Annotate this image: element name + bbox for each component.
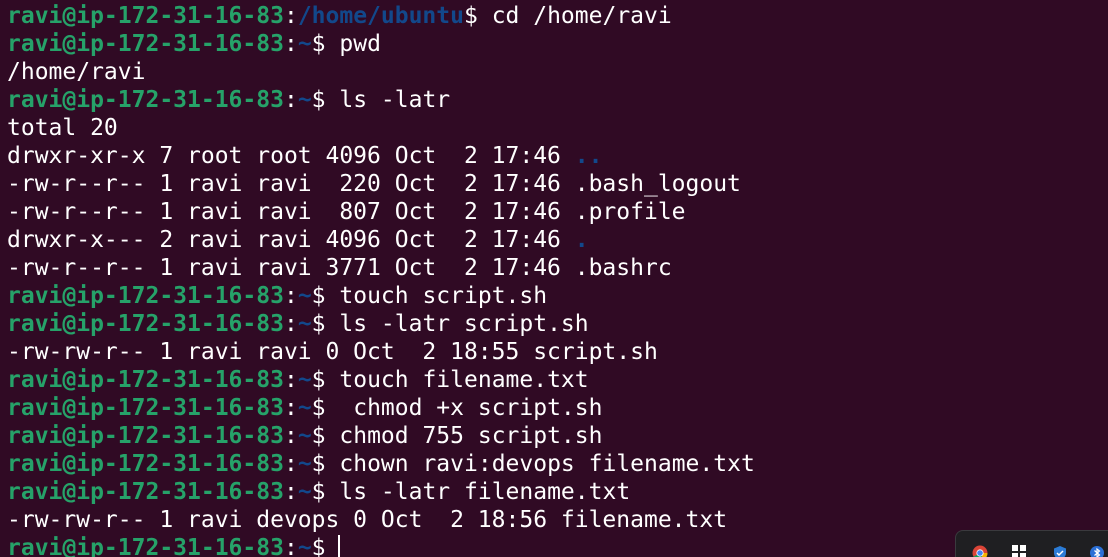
prompt-user-host: ravi@ip-172-31-16-83 (7, 87, 284, 113)
prompt-colon: : (283, 31, 298, 57)
prompt-dollar: $ (311, 283, 326, 309)
command-line: ravi@ip-172-31-16-83:~$ chmod +x script.… (7, 394, 1108, 422)
prompt-user-host: ravi@ip-172-31-16-83 (7, 479, 284, 505)
prompt-path: ~ (297, 479, 312, 505)
prompt-user-host: ravi@ip-172-31-16-83 (7, 451, 284, 477)
command-text: chmod 755 script.sh (325, 423, 603, 449)
command-line: ravi@ip-172-31-16-83:/home/ubuntu$ cd /h… (7, 2, 1108, 30)
prompt-path: ~ (297, 367, 312, 393)
command-text: ls -latr filename.txt (325, 479, 631, 505)
command-text: ls -latr (325, 87, 451, 113)
prompt-colon: : (283, 535, 298, 557)
prompt-dollar: $ (311, 395, 326, 421)
prompt-path: ~ (297, 283, 312, 309)
prompt-user-host: ravi@ip-172-31-16-83 (7, 535, 284, 557)
command-line: ravi@ip-172-31-16-83:~$ ls -latr (7, 86, 1108, 114)
shield-icon[interactable] (1052, 545, 1068, 557)
terminal-window[interactable]: ravi@ip-172-31-16-83:/home/ubuntu$ cd /h… (0, 0, 1108, 557)
prompt-dollar: $ (311, 311, 326, 337)
listing-row: -rw-r--r-- 1 ravi ravi 3771 Oct 2 17:46 … (7, 254, 1108, 282)
listing-details: -rw-r--r-- 1 ravi ravi 3771 Oct 2 17:46 (7, 255, 575, 281)
prompt-colon: : (283, 283, 298, 309)
command-text: cd /home/ravi (477, 3, 672, 29)
prompt-dollar: $ (311, 479, 326, 505)
listing-row: drwxr-xr-x 7 root root 4096 Oct 2 17:46 … (7, 142, 1108, 170)
prompt-user-host: ravi@ip-172-31-16-83 (7, 3, 284, 29)
command-line: ravi@ip-172-31-16-83:~$ ls -latr filenam… (7, 478, 1108, 506)
prompt-path: ~ (297, 535, 312, 557)
prompt-dollar: $ (311, 535, 326, 557)
file-name: .bashrc (574, 255, 672, 281)
listing-details: drwxr-x--- 2 ravi ravi 4096 Oct 2 17:46 (7, 227, 575, 253)
start-icon[interactable] (1012, 545, 1028, 557)
command-line: ravi@ip-172-31-16-83:~$ chown ravi:devop… (7, 450, 1108, 478)
prompt-colon: : (283, 395, 298, 421)
command-text: chmod +x script.sh (325, 395, 603, 421)
prompt-path: ~ (297, 395, 312, 421)
output-line: -rw-rw-r-- 1 ravi devops 0 Oct 2 18:56 f… (7, 506, 1108, 534)
prompt-dollar: $ (311, 423, 326, 449)
command-line: ravi@ip-172-31-16-83:~$ touch filename.t… (7, 366, 1108, 394)
listing-row: drwxr-x--- 2 ravi ravi 4096 Oct 2 17:46 … (7, 226, 1108, 254)
command-line: ravi@ip-172-31-16-83:~$ ls -latr script.… (7, 310, 1108, 338)
prompt-dollar: $ (463, 3, 478, 29)
listing-details: drwxr-xr-x 7 root root 4096 Oct 2 17:46 (7, 143, 575, 169)
output-line: total 20 (7, 114, 1108, 142)
directory-name: .. (574, 143, 603, 169)
command-line: ravi@ip-172-31-16-83:~$ touch script.sh (7, 282, 1108, 310)
prompt-user-host: ravi@ip-172-31-16-83 (7, 367, 284, 393)
prompt-user-host: ravi@ip-172-31-16-83 (7, 31, 284, 57)
prompt-user-host: ravi@ip-172-31-16-83 (7, 395, 284, 421)
prompt-colon: : (283, 3, 298, 29)
listing-row: -rw-r--r-- 1 ravi ravi 220 Oct 2 17:46 .… (7, 170, 1108, 198)
active-prompt-line[interactable]: ravi@ip-172-31-16-83:~$ (7, 534, 1108, 557)
prompt-path: ~ (297, 311, 312, 337)
prompt-colon: : (283, 367, 298, 393)
prompt-colon: : (283, 479, 298, 505)
terminal-output: ravi@ip-172-31-16-83:/home/ubuntu$ cd /h… (7, 2, 1108, 557)
output-line: -rw-rw-r-- 1 ravi ravi 0 Oct 2 18:55 scr… (7, 338, 1108, 366)
prompt-user-host: ravi@ip-172-31-16-83 (7, 311, 284, 337)
prompt-path: ~ (297, 87, 312, 113)
prompt-colon: : (283, 311, 298, 337)
prompt-colon: : (283, 87, 298, 113)
prompt-path: ~ (297, 451, 312, 477)
prompt-user-host: ravi@ip-172-31-16-83 (7, 283, 284, 309)
prompt-dollar: $ (311, 87, 326, 113)
prompt-colon: : (283, 451, 298, 477)
system-tray (955, 530, 1108, 557)
prompt-path: /home/ubuntu (297, 3, 464, 29)
output-text: -rw-rw-r-- 1 ravi ravi 0 Oct 2 18:55 scr… (7, 339, 658, 365)
listing-details: -rw-r--r-- 1 ravi ravi 807 Oct 2 17:46 (7, 199, 575, 225)
bluetooth-icon[interactable] (1090, 545, 1106, 557)
output-text: -rw-rw-r-- 1 ravi devops 0 Oct 2 18:56 f… (7, 507, 728, 533)
output-text: /home/ravi (7, 59, 146, 85)
command-line: ravi@ip-172-31-16-83:~$ chmod 755 script… (7, 422, 1108, 450)
output-text: total 20 (7, 115, 118, 141)
command-text: ls -latr script.sh (325, 311, 589, 337)
output-line: /home/ravi (7, 58, 1108, 86)
listing-details: -rw-r--r-- 1 ravi ravi 220 Oct 2 17:46 (7, 171, 575, 197)
prompt-dollar: $ (311, 31, 326, 57)
prompt-path: ~ (297, 31, 312, 57)
command-text: touch script.sh (325, 283, 548, 309)
directory-name: . (574, 227, 589, 253)
chrome-icon[interactable] (972, 545, 988, 557)
text-cursor[interactable] (337, 535, 340, 557)
command-line: ravi@ip-172-31-16-83:~$ pwd (7, 30, 1108, 58)
prompt-dollar: $ (311, 451, 326, 477)
prompt-dollar: $ (311, 367, 326, 393)
prompt-colon: : (283, 423, 298, 449)
command-text: chown ravi:devops filename.txt (325, 451, 755, 477)
prompt-user-host: ravi@ip-172-31-16-83 (7, 423, 284, 449)
prompt-path: ~ (297, 423, 312, 449)
file-name: .bash_logout (574, 171, 741, 197)
file-name: .profile (574, 199, 686, 225)
listing-row: -rw-r--r-- 1 ravi ravi 807 Oct 2 17:46 .… (7, 198, 1108, 226)
command-text: touch filename.txt (325, 367, 589, 393)
command-text: pwd (325, 31, 381, 57)
